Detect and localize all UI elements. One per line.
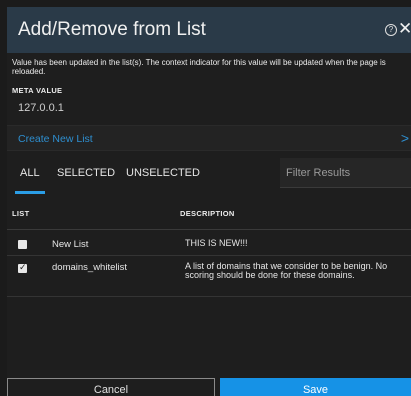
table-row: New List THIS IS NEW!!! — [7, 231, 411, 256]
column-header-description: DESCRIPTION — [180, 209, 235, 218]
create-new-list-link[interactable]: Create New List — [18, 133, 93, 145]
filter-results-input[interactable] — [280, 158, 411, 188]
meta-value: 127.0.0.1 — [18, 102, 64, 114]
close-icon[interactable]: ✕ — [398, 18, 411, 40]
list-checkbox[interactable] — [18, 240, 27, 249]
description-line: scoring should be done for these domains… — [185, 270, 355, 280]
create-new-list-row[interactable]: Create New List > — [7, 125, 411, 151]
dialog-title: Add/Remove from List — [18, 19, 206, 40]
meta-value-label: META VALUE — [12, 86, 63, 95]
cancel-button[interactable]: Cancel — [7, 378, 215, 396]
table-row: ✓ domains_whitelist A list of domains th… — [7, 257, 411, 297]
active-tab-indicator — [15, 191, 45, 194]
tab-selected[interactable]: SELECTED — [57, 167, 115, 179]
help-circle-icon[interactable]: ? — [385, 24, 397, 36]
list-name: domains_whitelist — [52, 262, 127, 273]
column-header-list: LIST — [12, 209, 30, 218]
update-notice: Value has been updated in the list(s). T… — [12, 58, 386, 76]
chevron-right-icon[interactable]: > — [401, 130, 409, 146]
dialog-header: Add/Remove from List ? ✕ — [7, 7, 411, 53]
list-description: A list of domains that we consider to be… — [185, 262, 411, 280]
description-line: THIS IS NEW!!! — [185, 239, 248, 248]
checkmark-icon: ✓ — [19, 262, 27, 272]
tab-all[interactable]: ALL — [20, 167, 40, 179]
add-remove-list-dialog: Add/Remove from List ? ✕ Value has been … — [7, 7, 411, 396]
save-button[interactable]: Save — [220, 378, 411, 396]
table-header-divider — [7, 229, 411, 230]
list-description: THIS IS NEW!!! — [185, 239, 411, 248]
list-checkbox[interactable]: ✓ — [18, 262, 27, 273]
list-name: New List — [52, 239, 89, 250]
tab-unselected[interactable]: UNSELECTED — [126, 167, 200, 179]
